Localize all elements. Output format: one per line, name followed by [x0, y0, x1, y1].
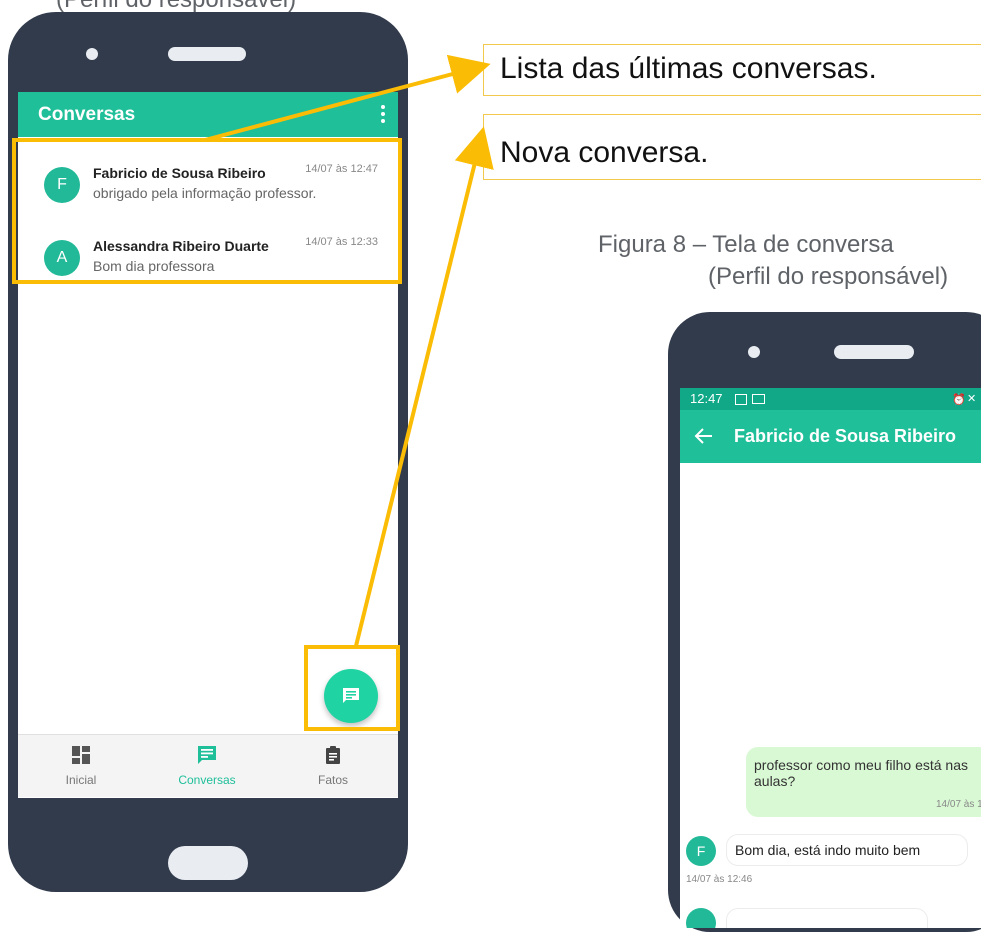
right-phone-screen: 12:47 ⏰ ✕ Fabricio de Sousa Ribeiro prof… [680, 388, 981, 928]
status-bar: 12:47 ⏰ ✕ [680, 388, 981, 410]
alarm-icon: ⏰ [952, 394, 966, 406]
gallery-icon [735, 394, 747, 405]
figure-title: Figura 8 – Tela de conversa [598, 231, 894, 258]
chat-app-bar: Fabricio de Sousa Ribeiro [680, 410, 981, 463]
message-text: Bom dia, está indo muito bem [735, 842, 921, 858]
mute-icon: ✕ [967, 393, 977, 405]
message-text: professor como meu filho está nas aulas? [754, 757, 968, 789]
camera-dot [748, 346, 760, 358]
figure-subtitle: (Perfil do responsável) [708, 263, 949, 290]
message-outgoing: professor como meu filho está nas aulas?… [746, 747, 981, 817]
message-time: 14/07 às 12:46 [686, 874, 753, 885]
arrow-to-new-callout [354, 126, 494, 647]
message-time: 14/07 às 12:33 [936, 799, 981, 810]
chat-title: Fabricio de Sousa Ribeiro [734, 426, 957, 446]
message-incoming: Bom dia, está indo muito bem [726, 834, 968, 866]
right-phone-frame: 12:47 ⏰ ✕ Fabricio de Sousa Ribeiro prof… [668, 312, 981, 932]
screen-icon [752, 394, 765, 404]
message-incoming [726, 908, 928, 928]
arrow-to-list-callout [204, 54, 491, 142]
avatar: F [686, 836, 716, 866]
back-arrow-icon[interactable] [694, 427, 714, 445]
status-time: 12:47 [690, 391, 723, 406]
speaker-grille [834, 345, 914, 359]
